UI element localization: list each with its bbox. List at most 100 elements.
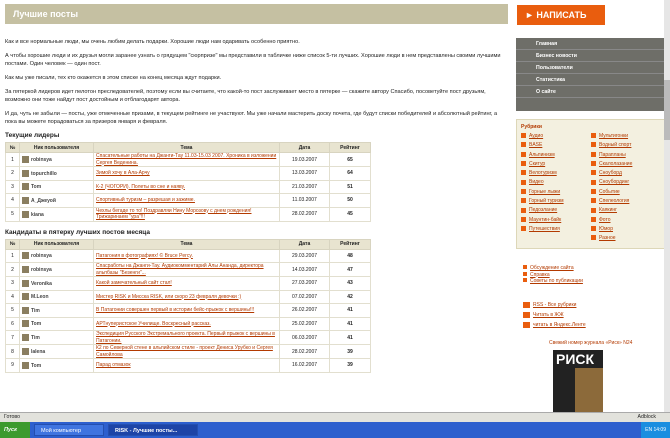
rubric-label[interactable]: Горный туризм bbox=[529, 198, 564, 204]
magazine-link[interactable]: Свежий номер журнала «Риск» N24 bbox=[549, 340, 632, 346]
rubric-item[interactable]: Путешествия bbox=[521, 225, 591, 234]
rubric-item[interactable]: Педозлание bbox=[521, 206, 591, 215]
nav-about[interactable]: О сайте bbox=[516, 86, 666, 98]
rubric-item[interactable]: Водный спорт bbox=[591, 141, 661, 150]
user-link[interactable]: А_Джеуой bbox=[31, 198, 56, 204]
row-user[interactable]: Veronika bbox=[19, 276, 94, 291]
topic-link[interactable]: АРТнуперистское Училище. Воскресный расс… bbox=[96, 321, 211, 327]
topic-link[interactable]: К2 по Северной стене в альпийском стиле … bbox=[96, 345, 273, 358]
row-topic[interactable]: В Патагонии совершен первый в истории бе… bbox=[93, 303, 280, 318]
user-link[interactable]: robinsya bbox=[31, 157, 52, 163]
nav-stats[interactable]: Статистика bbox=[516, 74, 666, 86]
rss-all[interactable]: RSS - Все рубрики bbox=[533, 302, 576, 308]
user-link[interactable]: Tim bbox=[31, 308, 40, 314]
rubric-item[interactable]: Скалолазание bbox=[591, 160, 661, 169]
rubric-item[interactable]: Сноуборд bbox=[591, 169, 661, 178]
rubric-label[interactable]: Скалолазание bbox=[599, 161, 632, 167]
user-link[interactable]: Tim bbox=[31, 335, 40, 341]
row-topic[interactable]: Парад отмазок bbox=[93, 358, 280, 373]
rubric-label[interactable]: Водный спорт bbox=[599, 142, 631, 148]
row-topic[interactable]: Спасательные работы на Джанги-Тау 11.03-… bbox=[93, 152, 280, 167]
row-user[interactable]: robinsya bbox=[19, 152, 94, 167]
rubric-label[interactable]: Сноуборд bbox=[599, 170, 622, 176]
rubric-label[interactable]: Путешествия bbox=[529, 226, 560, 232]
row-topic[interactable]: Мистер RISK и Мисска RISK, или скоро 23 … bbox=[93, 289, 280, 304]
rubric-label[interactable]: Фото bbox=[599, 217, 611, 223]
topic-link[interactable]: Мистер RISK и Мисска RISK, или скоро 23 … bbox=[96, 294, 241, 300]
rubric-label[interactable]: Видео bbox=[529, 179, 544, 185]
topic-link[interactable]: Зимой хочу в Ала-Арчу bbox=[96, 170, 150, 176]
topic-link[interactable]: Спортивный туризм – разрешая и зажиме. bbox=[96, 197, 195, 203]
nav-home[interactable]: Главная bbox=[516, 38, 666, 50]
rubric-label[interactable]: Мультигонки bbox=[599, 133, 628, 139]
row-topic[interactable]: Патагония в фотографиях! © Bruce Percy. bbox=[93, 248, 280, 263]
link-tips[interactable]: Советы по публикации bbox=[530, 278, 583, 284]
row-topic[interactable]: Экспедиция Русского Экстремального проек… bbox=[93, 330, 280, 345]
rubric-item[interactable]: Событие bbox=[591, 188, 661, 197]
user-link[interactable]: M.Leon bbox=[31, 294, 49, 300]
rubric-label[interactable]: Скитур bbox=[529, 161, 545, 167]
topic-link[interactable]: В Патагонии совершен первый в истории бе… bbox=[96, 307, 254, 313]
rubric-label[interactable]: Событие bbox=[599, 189, 620, 195]
row-topic[interactable]: Чехлы бегаде то то! Поздравляи Нину Моро… bbox=[93, 206, 280, 222]
rubric-item[interactable]: Маунтин-байк bbox=[521, 216, 591, 225]
topic-link[interactable]: Спасработы на Джанги-Тау. Аудиокомментар… bbox=[96, 263, 264, 276]
rubric-label[interactable]: Аудио bbox=[529, 133, 543, 139]
user-link[interactable]: kiana bbox=[31, 211, 44, 217]
write-button[interactable]: ► НАПИСАТЬ bbox=[517, 5, 605, 25]
rubric-item[interactable]: BASE bbox=[521, 141, 591, 150]
nav-users[interactable]: Пользователи bbox=[516, 62, 666, 74]
user-link[interactable]: topurchillo bbox=[31, 171, 57, 177]
topic-link[interactable]: Парад отмазок bbox=[96, 362, 131, 368]
row-topic[interactable]: Спасработы на Джанги-Тау. Аудиокомментар… bbox=[93, 262, 280, 277]
link-discussion[interactable]: Обсуждение сайта bbox=[530, 265, 574, 271]
rubric-label[interactable]: Юмор bbox=[599, 226, 613, 232]
rubric-label[interactable]: Велотуризм bbox=[529, 170, 557, 176]
row-user[interactable]: lalena bbox=[19, 344, 94, 359]
user-link[interactable]: lalena bbox=[31, 349, 45, 355]
row-topic[interactable]: Зимой хочу в Ала-Арчу bbox=[93, 166, 280, 181]
row-user[interactable]: topurchillo bbox=[19, 166, 94, 181]
rubric-item[interactable]: Видео bbox=[521, 178, 591, 187]
row-topic[interactable]: Спортивный туризм – разрешая и зажиме. bbox=[93, 193, 280, 208]
rubric-item[interactable]: Скитур bbox=[521, 160, 591, 169]
rubric-item[interactable]: Велотуризм bbox=[521, 169, 591, 178]
user-link[interactable]: robinsya bbox=[31, 253, 52, 259]
rubric-item[interactable]: Юмор bbox=[591, 225, 661, 234]
rubric-item[interactable]: Аудио bbox=[521, 132, 591, 141]
row-user[interactable]: robinsya bbox=[19, 248, 94, 263]
rubric-label[interactable]: Сноубординг bbox=[599, 179, 629, 185]
topic-link[interactable]: Какой замечательный сайт стал! bbox=[96, 280, 172, 286]
topic-link[interactable]: К-2 (ЧОГОРИ). Полеты во сне и наяву. bbox=[96, 184, 185, 190]
rubric-label[interactable]: Маунтин-байк bbox=[529, 217, 561, 223]
user-link[interactable]: Veronika bbox=[31, 281, 52, 287]
adblock-label[interactable]: Adblock bbox=[638, 413, 656, 422]
rubric-label[interactable]: Разное bbox=[599, 235, 616, 241]
row-user[interactable]: robinsya bbox=[19, 262, 94, 277]
link-help[interactable]: Справка bbox=[530, 272, 550, 278]
row-user[interactable]: Tim bbox=[19, 303, 94, 318]
rubric-item[interactable]: Спелеология bbox=[591, 197, 661, 206]
rubric-item[interactable]: Горный туризм bbox=[521, 197, 591, 206]
row-topic[interactable]: К-2 (ЧОГОРИ). Полеты во сне и наяву. bbox=[93, 179, 280, 194]
rubric-label[interactable]: Спелеология bbox=[599, 198, 629, 204]
taskbar-browser[interactable]: RISK - Лучшие посты... bbox=[108, 424, 198, 436]
user-link[interactable]: Tom bbox=[31, 363, 41, 369]
rubric-item[interactable]: Каякинг bbox=[591, 206, 661, 215]
magazine-cover[interactable]: РИСК bbox=[553, 350, 603, 412]
rubric-label[interactable]: Альпинизм bbox=[529, 152, 555, 158]
rubric-item[interactable]: Фото bbox=[591, 216, 661, 225]
rubric-item[interactable]: Разное bbox=[591, 234, 661, 243]
row-topic[interactable]: АРТнуперистское Училище. Воскресный расс… bbox=[93, 316, 280, 331]
rss-lj[interactable]: Читать в ЖЖ bbox=[533, 312, 564, 318]
rubric-label[interactable]: Каякинг bbox=[599, 207, 617, 213]
nav-business[interactable]: Бизнес новости bbox=[516, 50, 666, 62]
topic-link[interactable]: Спасательные работы на Джанги-Тау 11.03-… bbox=[96, 153, 276, 166]
rubric-label[interactable]: Горные лыжи bbox=[529, 189, 560, 195]
rubric-item[interactable]: Горные лыжи bbox=[521, 188, 591, 197]
topic-link[interactable]: Экспедиция Русского Экстремального проек… bbox=[96, 331, 275, 344]
row-user[interactable]: Tom bbox=[19, 358, 94, 373]
topic-link[interactable]: Чехлы бегаде то то! Поздравляи Нину Моро… bbox=[96, 208, 252, 221]
rss-yandex[interactable]: читать в Яндекс.Ленте bbox=[533, 322, 586, 328]
taskbar-my-computer[interactable]: Мой компьютер bbox=[34, 424, 104, 436]
